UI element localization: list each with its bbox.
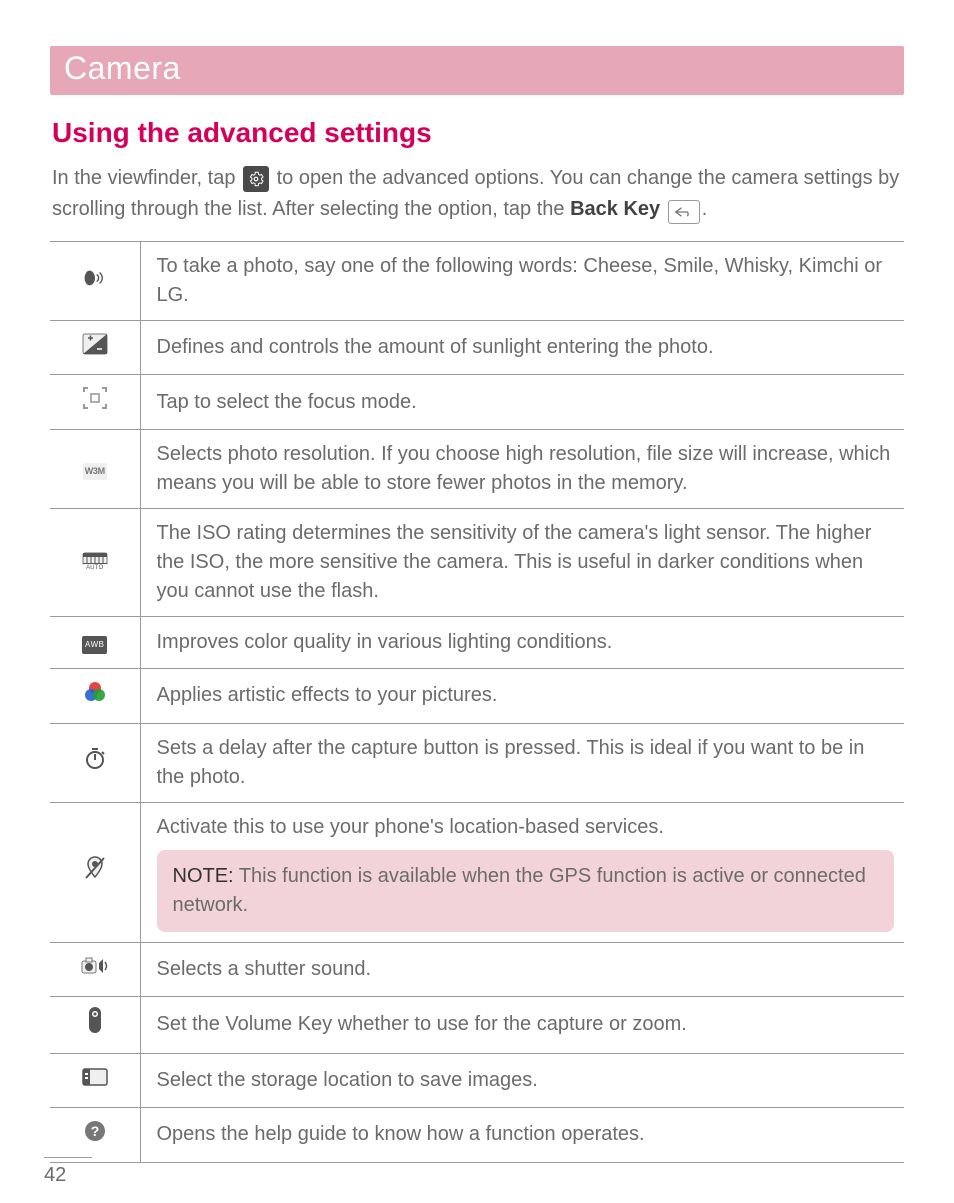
table-row: AWB Improves color quality in various li…: [50, 617, 904, 669]
icon-cell: [50, 242, 140, 321]
row-desc-text: Activate this to use your phone's locati…: [157, 816, 664, 838]
table-row: Select the storage location to save imag…: [50, 1053, 904, 1107]
icon-cell: [50, 723, 140, 802]
timer-icon: [80, 746, 110, 772]
exposure-icon: [80, 331, 110, 357]
desc-cell: Set the Volume Key whether to use for th…: [140, 996, 904, 1053]
icon-cell: [50, 321, 140, 375]
chapter-header: Camera: [50, 46, 904, 95]
awb-label: AWB: [82, 636, 107, 654]
page-number: 42: [44, 1157, 92, 1187]
table-row: ? Opens the help guide to know how a fun…: [50, 1107, 904, 1162]
icon-cell: [50, 802, 140, 942]
table-row: Defines and controls the amount of sunli…: [50, 321, 904, 375]
icon-cell: [50, 668, 140, 723]
iso-label: AUTO: [82, 564, 108, 573]
table-row: Set the Volume Key whether to use for th…: [50, 996, 904, 1053]
note-box: NOTE: This function is available when th…: [157, 850, 895, 932]
table-row: W3M Selects photo resolution. If you cho…: [50, 430, 904, 509]
chapter-title: Camera: [64, 50, 181, 86]
svg-text:?: ?: [90, 1123, 99, 1139]
table-row: AUTO The ISO rating determines the sensi…: [50, 509, 904, 617]
table-row: Selects a shutter sound.: [50, 942, 904, 996]
icon-cell: ?: [50, 1107, 140, 1162]
table-row: Tap to select the focus mode.: [50, 375, 904, 430]
table-row: To take a photo, say one of the followin…: [50, 242, 904, 321]
icon-cell: W3M: [50, 430, 140, 509]
volume-key-icon: [80, 1007, 110, 1033]
icon-cell: [50, 375, 140, 430]
note-text: This function is available when the GPS …: [173, 865, 866, 916]
resolution-icon: W3M: [80, 458, 110, 484]
desc-cell: Improves color quality in various lighti…: [140, 617, 904, 669]
table-row: Activate this to use your phone's locati…: [50, 802, 904, 942]
storage-icon: [80, 1064, 110, 1090]
section-heading: Using the advanced settings: [52, 117, 902, 149]
desc-cell: Sets a delay after the capture button is…: [140, 723, 904, 802]
voice-shutter-icon: [80, 265, 110, 291]
icon-cell: [50, 942, 140, 996]
table-row: Sets a delay after the capture button is…: [50, 723, 904, 802]
resolution-label: W3M: [83, 463, 107, 480]
geotag-icon: [80, 855, 110, 881]
page: Camera Using the advanced settings In th…: [0, 0, 954, 1203]
desc-cell: Tap to select the focus mode.: [140, 375, 904, 430]
desc-cell: Applies artistic effects to your picture…: [140, 668, 904, 723]
iso-icon: AUTO: [80, 548, 110, 574]
white-balance-icon: AWB: [80, 632, 110, 658]
desc-cell: Defines and controls the amount of sunli…: [140, 321, 904, 375]
intro-period: .: [702, 198, 708, 220]
back-key-label: Back Key: [570, 198, 660, 220]
intro-paragraph: In the viewfinder, tap to open the advan…: [52, 163, 902, 225]
focus-mode-icon: [80, 385, 110, 411]
desc-cell: To take a photo, say one of the followin…: [140, 242, 904, 321]
icon-cell: [50, 996, 140, 1053]
desc-cell: Selects a shutter sound.: [140, 942, 904, 996]
settings-table: To take a photo, say one of the followin…: [50, 241, 904, 1163]
color-effect-icon: [80, 679, 110, 705]
desc-cell: The ISO rating determines the sensitivit…: [140, 509, 904, 617]
desc-cell: Selects photo resolution. If you choose …: [140, 430, 904, 509]
gear-icon: [243, 166, 269, 192]
desc-cell: Select the storage location to save imag…: [140, 1053, 904, 1107]
icon-cell: [50, 1053, 140, 1107]
table-row: Applies artistic effects to your picture…: [50, 668, 904, 723]
intro-text-1: In the viewfinder, tap: [52, 167, 241, 189]
icon-cell: AWB: [50, 617, 140, 669]
shutter-sound-icon: [80, 953, 110, 979]
note-label: NOTE:: [173, 865, 234, 887]
back-key-icon: [668, 200, 700, 224]
icon-cell: AUTO: [50, 509, 140, 617]
desc-cell: Activate this to use your phone's locati…: [140, 802, 904, 942]
desc-cell: Opens the help guide to know how a funct…: [140, 1107, 904, 1162]
help-icon: ?: [80, 1118, 110, 1144]
